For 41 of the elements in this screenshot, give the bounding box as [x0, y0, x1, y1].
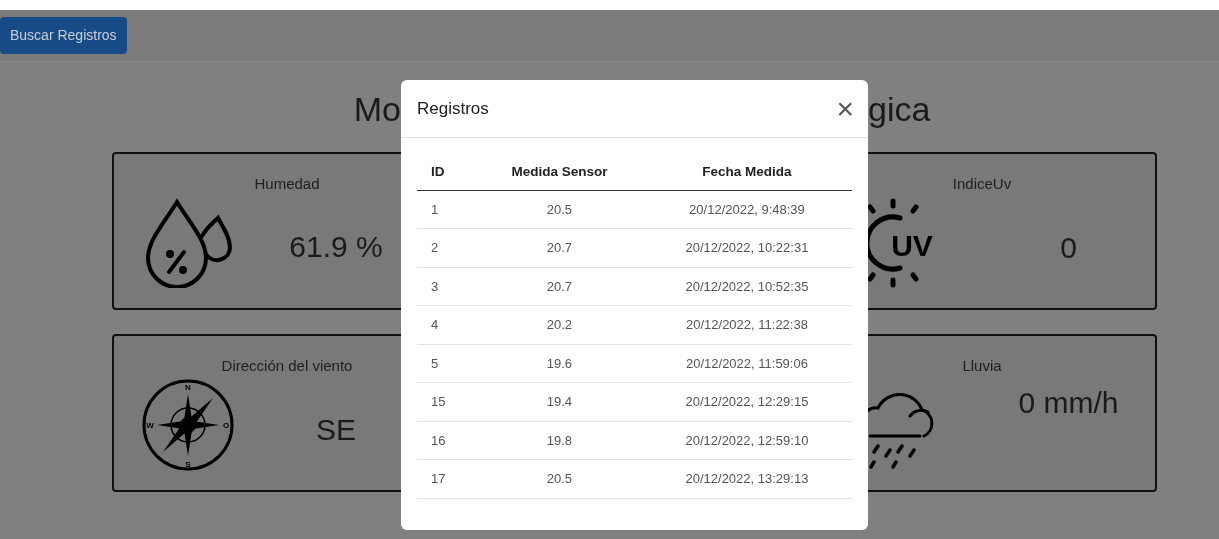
table-cell: 2 — [417, 228, 477, 267]
table-cell: 20/12/2022, 10:52:35 — [641, 267, 852, 306]
card-label: Humedad — [254, 175, 320, 192]
table-cell: 4 — [417, 305, 477, 344]
sensor-value: 0 — [1060, 229, 1077, 266]
column-header: ID — [417, 154, 477, 190]
table-cell: 20/12/2022, 11:59:06 — [641, 344, 852, 383]
table-cell: 19.4 — [477, 382, 642, 421]
page-title: gica — [868, 90, 931, 128]
search-records-button[interactable]: Buscar Registros — [0, 17, 127, 54]
table-cell: 16 — [417, 421, 477, 460]
table-cell: 20/12/2022, 11:22:38 — [641, 305, 852, 344]
compass-icon: N W O S — [141, 378, 235, 472]
table-cell: 20/12/2022, 10:22:31 — [641, 228, 852, 267]
table-cell: 20.5 — [477, 459, 642, 498]
table-cell: 20/12/2022, 9:48:39 — [641, 190, 852, 229]
card-label: IndiceUv — [952, 175, 1012, 192]
table-cell: 19.6 — [477, 344, 642, 383]
sensor-value: 0 mm/h — [1018, 385, 1119, 421]
card-label: Lluvia — [962, 357, 1002, 374]
card-label: Dirección del viento — [221, 357, 353, 374]
close-button[interactable]: × — [836, 93, 854, 124]
table-cell: 20/12/2022, 13:29:13 — [641, 459, 852, 498]
table-cell: 15 — [417, 382, 477, 421]
sensor-value: 61.9 % — [289, 228, 383, 265]
table-cell: 19.8 — [477, 421, 642, 460]
table-cell: 20/12/2022, 12:59:10 — [641, 421, 852, 460]
table-cell: 17 — [417, 459, 477, 498]
table-cell: 20.7 — [477, 267, 642, 306]
column-header: Medida Sensor — [477, 154, 642, 190]
modal-title: Registros — [417, 97, 489, 120]
table-cell: 20.7 — [477, 228, 642, 267]
table-cell: 20/12/2022, 12:29:15 — [641, 382, 852, 421]
sensor-value: SE — [316, 411, 356, 448]
table-cell: 1 — [417, 190, 477, 229]
page-title: Mo — [353, 90, 401, 128]
table-cell: 20.2 — [477, 305, 642, 344]
table-cell: 3 — [417, 267, 477, 306]
column-header: Fecha Medida — [641, 154, 852, 190]
table-cell: 20.5 — [477, 190, 642, 229]
table-cell: 5 — [417, 344, 477, 383]
